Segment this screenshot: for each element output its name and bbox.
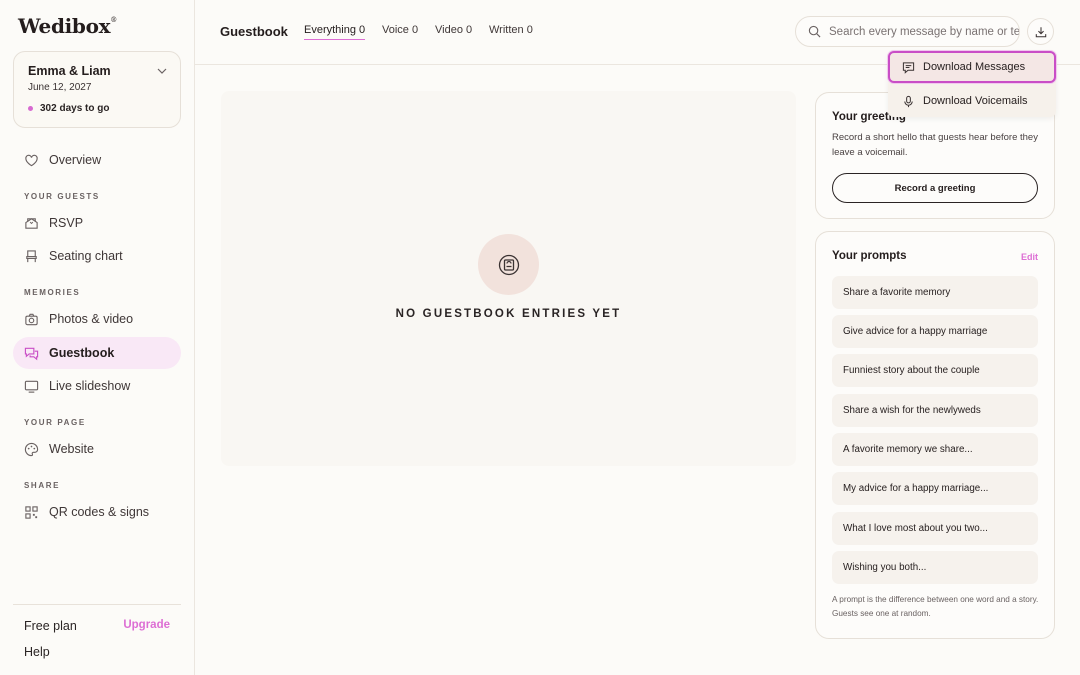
chat-bubbles-icon [24,346,39,361]
palette-icon [24,442,39,457]
tab-voice[interactable]: Voice 0 [382,24,418,39]
download-icon [1035,26,1047,38]
section-label-guests: YOUR GUESTS [24,192,100,201]
camera-icon [24,312,39,327]
sidebar-item-seating[interactable]: Seating chart [13,240,181,272]
search-icon [808,25,821,38]
chevron-down-icon [157,68,167,74]
page-title: Guestbook [220,24,288,39]
status-dot [28,106,33,111]
section-label-memories: MEMORIES [24,288,81,297]
sidebar-item-rsvp[interactable]: RSVP [13,207,181,239]
help-link[interactable]: Help [24,645,50,659]
plan-label: Free plan [24,619,77,633]
event-date: June 12, 2027 [28,82,92,93]
sidebar-item-overview[interactable]: Overview [13,144,181,176]
download-button[interactable] [1027,18,1054,45]
prompts-card: Your prompts Edit Share a favorite memor… [815,231,1055,639]
greeting-description: Record a short hello that guests hear be… [832,132,1038,158]
sidebar-item-photos[interactable]: Photos & video [13,303,181,335]
sidebar-item-guestbook[interactable]: Guestbook [13,337,181,369]
sidebar: Wedibox® Emma & Liam June 12, 2027 302 d… [0,0,195,675]
envelope-icon [24,216,39,231]
sidebar-item-website[interactable]: Website [13,433,181,465]
section-label-share: SHARE [24,481,61,490]
microphone-icon [902,95,915,108]
monitor-icon [24,379,39,394]
guestbook-entries-panel: NO GUESTBOOK ENTRIES YET [221,91,796,466]
prompts-footnote: A prompt is the difference between one w… [832,595,1039,618]
edit-prompts-link[interactable]: Edit [1021,252,1038,262]
upgrade-link[interactable]: Upgrade [123,619,170,631]
prompt-item[interactable]: A favorite memory we share... [832,433,1038,466]
search-input[interactable] [829,25,1019,38]
sidebar-divider [13,604,181,605]
message-icon [902,61,915,74]
section-label-page: YOUR PAGE [24,418,86,427]
download-menu: Download Messages Download Voicemails [888,51,1056,117]
search-box[interactable] [795,16,1020,47]
prompt-item[interactable]: Give advice for a happy marriage [832,315,1038,348]
event-countdown: 302 days to go [28,103,109,114]
qr-code-icon [24,505,39,520]
chair-icon [24,249,39,264]
prompt-item[interactable]: Wishing you both... [832,551,1038,584]
prompt-item[interactable]: Share a favorite memory [832,276,1038,309]
prompt-item[interactable]: What I love most about you two... [832,512,1038,545]
tab-written[interactable]: Written 0 [489,24,533,39]
download-voicemails-item[interactable]: Download Voicemails [888,85,1056,117]
heart-icon [24,153,39,168]
app-logo[interactable]: Wedibox® [18,14,117,38]
sidebar-item-slideshow[interactable]: Live slideshow [13,370,181,402]
prompt-item[interactable]: Share a wish for the newlyweds [832,394,1038,427]
prompt-item[interactable]: My advice for a happy marriage... [832,472,1038,505]
event-name: Emma & Liam [28,64,111,78]
tab-video[interactable]: Video 0 [435,24,472,39]
sidebar-item-qr[interactable]: QR codes & signs [13,496,181,528]
prompts-title: Your prompts [832,250,907,262]
guestbook-empty-icon [478,234,539,295]
tab-everything[interactable]: Everything 0 [304,24,366,40]
event-switcher[interactable]: Emma & Liam June 12, 2027 302 days to go [13,51,181,128]
record-greeting-button[interactable]: Record a greeting [832,173,1038,203]
empty-state-text: NO GUESTBOOK ENTRIES YET [395,308,622,320]
prompt-item[interactable]: Funniest story about the couple [832,354,1038,387]
download-messages-item[interactable]: Download Messages [888,51,1056,83]
